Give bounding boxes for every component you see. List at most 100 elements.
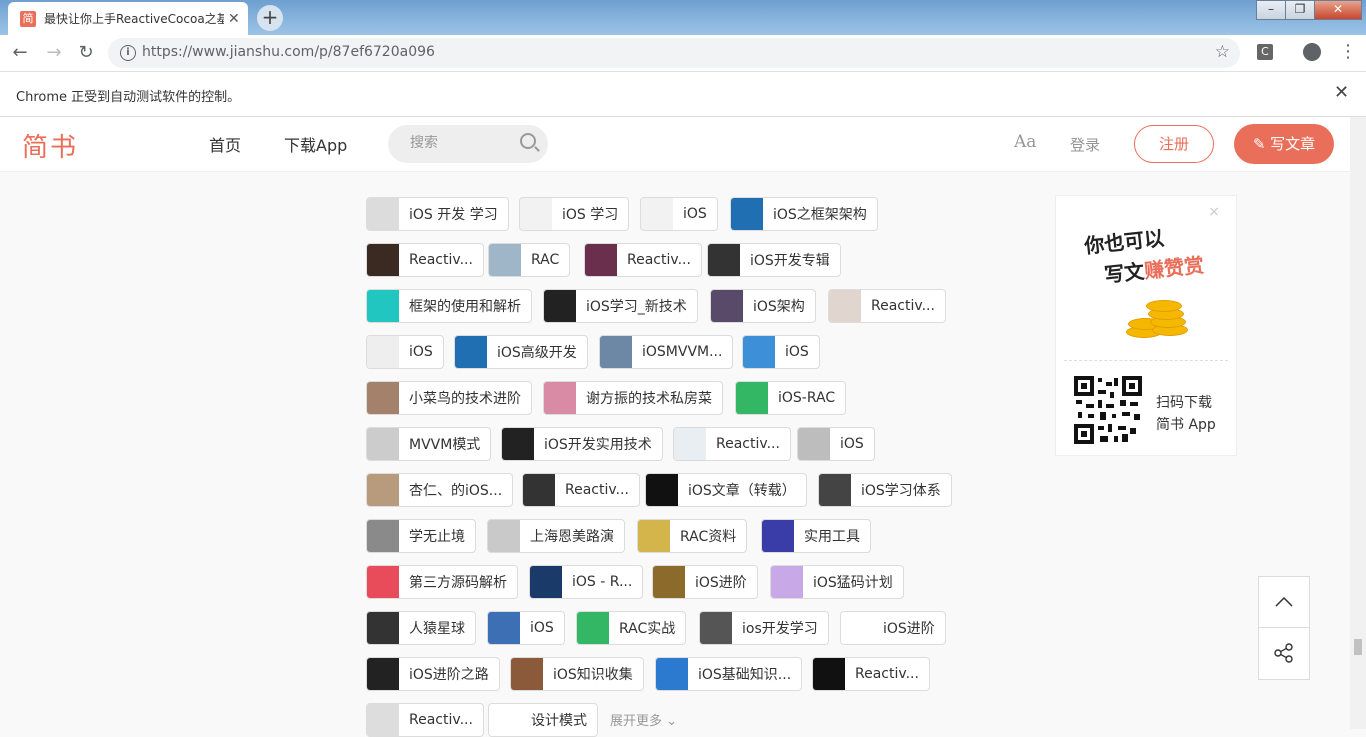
collection-chip[interactable]: iOS之框架架构 xyxy=(730,197,878,231)
collection-chip[interactable]: iOS进阶 xyxy=(652,565,758,599)
collection-chip[interactable]: iOS基础知识... xyxy=(655,657,803,691)
menu-kebab-icon[interactable]: ⋮ xyxy=(1339,41,1357,62)
nav-home-link[interactable]: 首页 xyxy=(209,132,241,156)
collection-chip[interactable]: 谢方振的技术私房菜 xyxy=(543,381,723,415)
search-input[interactable] xyxy=(408,134,512,152)
search-icon[interactable] xyxy=(520,133,536,149)
collection-thumbnail xyxy=(641,198,673,230)
collection-chip[interactable]: 上海恩美路演 xyxy=(487,519,625,553)
omnibox[interactable]: i https://www.jianshu.com/p/87ef6720a096… xyxy=(108,38,1240,68)
collection-chip[interactable]: iOS 开发 学习 xyxy=(366,197,509,231)
collection-chip[interactable]: RAC xyxy=(488,243,571,277)
infobar-close-icon[interactable]: ✕ xyxy=(1334,82,1349,103)
collection-chip[interactable]: iOS学习体系 xyxy=(818,473,952,507)
collection-chip[interactable]: iOS高级开发 xyxy=(454,335,588,369)
collection-chip[interactable]: RAC资料 xyxy=(637,519,748,553)
bookmark-star-icon[interactable]: ☆ xyxy=(1215,42,1230,62)
collection-chip[interactable]: ios开发学习 xyxy=(699,611,829,645)
collection-chip[interactable]: Reactiv... xyxy=(522,473,640,507)
collection-name: iOS进阶 xyxy=(883,621,935,637)
collection-chip[interactable]: iOS xyxy=(742,335,820,369)
login-link[interactable]: 登录 xyxy=(1070,134,1100,155)
back-to-top-button[interactable] xyxy=(1259,577,1309,627)
collection-chip[interactable]: iOS xyxy=(366,335,444,369)
collection-chip[interactable]: iOS开发实用技术 xyxy=(501,427,663,461)
collection-chip[interactable]: 实用工具 xyxy=(761,519,871,553)
collection-chip[interactable]: iOS知识收集 xyxy=(510,657,644,691)
collection-chip[interactable]: iOS进阶之路 xyxy=(366,657,500,691)
ad-close-icon[interactable]: × xyxy=(1208,204,1220,220)
collection-chip[interactable]: 杏仁、的iOS... xyxy=(366,473,514,507)
collection-chip[interactable]: 小菜鸟的技术进阶 xyxy=(366,381,532,415)
collection-chip[interactable]: Reactiv... xyxy=(673,427,791,461)
collection-thumbnail xyxy=(708,244,740,276)
collection-chip[interactable]: MVVM模式 xyxy=(366,427,492,461)
floating-actions xyxy=(1258,576,1310,680)
collection-chip[interactable]: iOS进阶 xyxy=(840,611,946,645)
collection-name: iOS开发专辑 xyxy=(750,253,830,269)
collection-name: 学无止境 xyxy=(409,529,465,545)
collection-chip[interactable]: Reactiv... xyxy=(812,657,930,691)
collection-chip[interactable]: iOS - R... xyxy=(529,565,644,599)
collection-name: RAC xyxy=(531,252,560,268)
site-logo[interactable]: 简书 xyxy=(22,127,78,164)
reload-button[interactable]: ↻ xyxy=(74,41,98,65)
collection-chip[interactable]: iOS 学习 xyxy=(519,197,630,231)
collection-chip[interactable]: iOS开发专辑 xyxy=(707,243,841,277)
register-button[interactable]: 注册 xyxy=(1134,125,1214,163)
share-button[interactable] xyxy=(1259,627,1309,678)
collection-chip[interactable]: 框架的使用和解析 xyxy=(366,289,532,323)
write-article-button[interactable]: ✎ 写文章 xyxy=(1234,124,1334,164)
collection-thumbnail xyxy=(488,520,520,552)
collection-chip[interactable]: Reactiv... xyxy=(366,703,484,737)
collection-name: ios开发学习 xyxy=(742,621,818,637)
scrollbar-thumb[interactable] xyxy=(1354,639,1362,655)
nav-download-app-link[interactable]: 下载App xyxy=(284,132,347,156)
back-button[interactable]: ← xyxy=(8,41,32,65)
collection-chip[interactable]: iOSMVVM... xyxy=(599,335,734,369)
collection-chip[interactable]: iOS架构 xyxy=(710,289,816,323)
collection-chip[interactable]: iOS xyxy=(797,427,875,461)
site-info-icon[interactable]: i xyxy=(120,45,136,61)
tab-title: 最快让你上手ReactiveCocoa之基 xyxy=(44,12,224,26)
collection-chip[interactable]: 人猿星球 xyxy=(366,611,476,645)
reward-ad-card[interactable]: × 你也可以 写文赚赞赏 扫码下载 简书 App xyxy=(1055,195,1237,456)
collection-chip[interactable]: 第三方源码解析 xyxy=(366,565,518,599)
window-controls: – ❐ ✕ xyxy=(1256,0,1362,20)
profile-avatar-icon[interactable] xyxy=(1303,43,1321,61)
gold-coins-icon xyxy=(1126,296,1188,342)
font-settings-icon[interactable]: Aa xyxy=(1014,132,1036,152)
collection-name: iOS - R... xyxy=(572,574,633,590)
collection-chip[interactable]: iOS学习_新技术 xyxy=(543,289,698,323)
tab-close-icon[interactable]: ✕ xyxy=(228,11,240,27)
collection-chip[interactable]: 学无止境 xyxy=(366,519,476,553)
collection-thumbnail xyxy=(600,336,632,368)
collection-name: iOS xyxy=(683,206,707,222)
collection-chip[interactable]: Reactiv... xyxy=(828,289,946,323)
browser-tab[interactable]: 简 最快让你上手ReactiveCocoa之基 ✕ xyxy=(8,2,248,35)
address-bar: ← → ↻ i https://www.jianshu.com/p/87ef67… xyxy=(0,35,1366,72)
collection-chip[interactable]: 设计模式 xyxy=(488,703,598,737)
collection-chip[interactable]: Reactiv... xyxy=(584,243,702,277)
extension-icon[interactable]: C xyxy=(1257,44,1273,60)
expand-more-link[interactable]: 展开更多 ⌄ xyxy=(610,710,677,729)
collection-name: Reactiv... xyxy=(716,436,780,452)
collection-chip[interactable]: Reactiv... xyxy=(366,243,484,277)
collection-chip[interactable]: iOS-RAC xyxy=(735,381,847,415)
collection-chip[interactable]: RAC实战 xyxy=(576,611,687,645)
maximize-button[interactable]: ❐ xyxy=(1285,0,1315,20)
collection-chip[interactable]: iOS猛码计划 xyxy=(770,565,904,599)
qr-caption-line1: 扫码下载 xyxy=(1156,395,1212,411)
collection-name: iOS开发实用技术 xyxy=(544,437,652,453)
tab-favicon-icon: 简 xyxy=(20,10,36,27)
new-tab-button[interactable]: + xyxy=(257,5,283,31)
page-scrollbar[interactable] xyxy=(1350,117,1366,729)
minimize-button[interactable]: – xyxy=(1256,0,1286,20)
collection-chip[interactable]: iOS xyxy=(640,197,718,231)
collection-thumbnail xyxy=(530,566,562,598)
collection-chip[interactable]: iOS文章（转载） xyxy=(645,473,807,507)
collection-chip[interactable]: iOS xyxy=(487,611,565,645)
close-window-button[interactable]: ✕ xyxy=(1314,0,1362,20)
url-text[interactable]: https://www.jianshu.com/p/87ef6720a096 xyxy=(142,44,435,60)
forward-button[interactable]: → xyxy=(42,41,66,65)
